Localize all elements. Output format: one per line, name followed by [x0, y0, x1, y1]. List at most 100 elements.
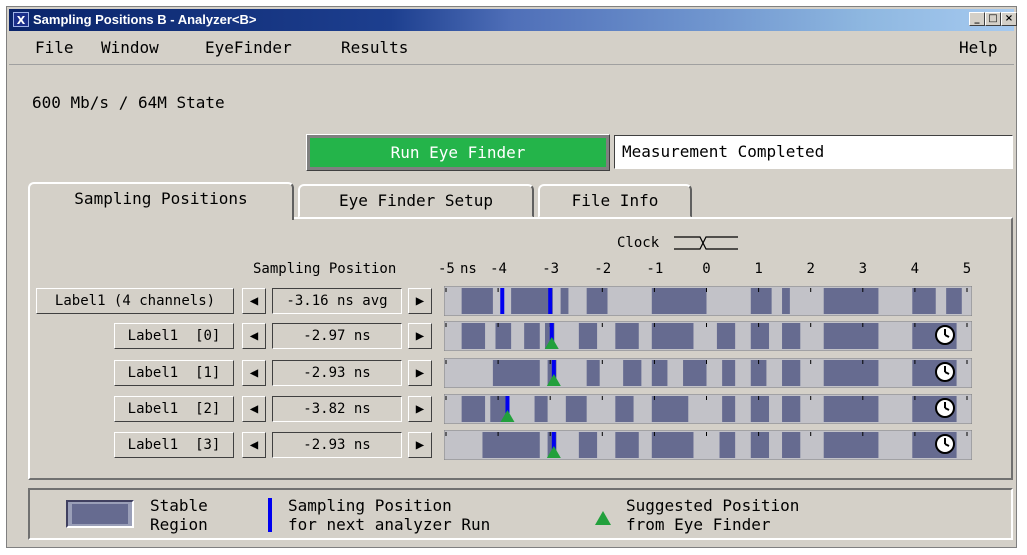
run-eye-finder-button[interactable]: Run Eye Finder: [306, 134, 610, 171]
menu-eyefinder[interactable]: EyeFinder: [205, 38, 292, 58]
decrement-arrow-button[interactable]: ◀: [242, 396, 266, 422]
sampling-position-marker[interactable]: [500, 288, 505, 314]
decrement-arrow-button[interactable]: ◀: [242, 432, 266, 458]
stable-region: [461, 323, 486, 349]
clock-icon[interactable]: [934, 324, 956, 346]
menu-help[interactable]: Help: [959, 38, 998, 58]
legend-stable-line1: Stable: [150, 496, 208, 515]
legend-suggested-line1: Suggested Position: [626, 496, 800, 515]
stable-region: [823, 432, 879, 458]
clock-icon[interactable]: [934, 433, 956, 455]
axis-unit-label: ns: [460, 261, 477, 277]
sampling-value-field[interactable]: -2.93 ns: [272, 360, 402, 386]
legend-suggested-line2: from Eye Finder: [626, 515, 771, 534]
channel-label-button[interactable]: Label1 [3]: [114, 432, 234, 458]
increment-arrow-button[interactable]: ▶: [408, 323, 432, 349]
clock-waveform-icon: [674, 236, 738, 250]
unstable-background: [444, 394, 972, 424]
channel-label-button[interactable]: Label1 [0]: [114, 323, 234, 349]
menu-window[interactable]: Window: [101, 38, 159, 58]
clock-icon[interactable]: [934, 361, 956, 383]
suggested-position-triangle-icon: [595, 511, 611, 525]
axis-tick-label: -4: [490, 261, 507, 277]
stable-region: [823, 396, 879, 422]
eye-track[interactable]: [444, 430, 972, 460]
stable-region: [578, 432, 598, 458]
tab-sampling-positions[interactable]: Sampling Positions: [28, 182, 294, 220]
sampling-value-field[interactable]: -2.97 ns: [272, 323, 402, 349]
stable-region: [782, 360, 801, 386]
channel-label-button[interactable]: Label1 [2]: [114, 396, 234, 422]
increment-arrow-button[interactable]: ▶: [408, 288, 432, 314]
stable-region: [750, 396, 770, 422]
stable-region: [534, 396, 548, 422]
stable-region: [722, 360, 736, 386]
decrement-arrow-button[interactable]: ◀: [242, 288, 266, 314]
title-bar[interactable]: X Sampling Positions B - Analyzer<B> _ □…: [9, 9, 1017, 31]
legend-sampling-line1: Sampling Position: [288, 496, 452, 515]
stable-region: [615, 323, 639, 349]
menu-file[interactable]: File: [35, 38, 74, 58]
axis-tick-label: 4: [910, 261, 920, 277]
stable-region: [651, 396, 689, 422]
stable-region: [946, 288, 962, 314]
stable-region: [912, 288, 936, 314]
channel-label-button[interactable]: Label1 [1]: [114, 360, 234, 386]
stable-region: [560, 288, 569, 314]
axis-tick-label: -1: [646, 261, 664, 277]
sampling-value-field[interactable]: -2.93 ns: [272, 432, 402, 458]
menu-results[interactable]: Results: [341, 38, 408, 58]
legend-sampling-line2: for next analyzer Run: [288, 515, 491, 534]
stable-region: [578, 323, 598, 349]
stable-region: [586, 360, 600, 386]
decrement-arrow-button[interactable]: ◀: [242, 323, 266, 349]
stable-region: [461, 396, 486, 422]
axis-tick-label: 3: [858, 261, 868, 277]
sampling-value-field[interactable]: -3.82 ns: [272, 396, 402, 422]
app-icon[interactable]: X: [13, 12, 29, 27]
eye-track[interactable]: [444, 358, 972, 388]
increment-arrow-button[interactable]: ▶: [408, 432, 432, 458]
maximize-button[interactable]: □: [985, 12, 1001, 26]
stable-region: [823, 360, 879, 386]
eye-track[interactable]: [444, 321, 972, 351]
axis-tick-label: -2: [594, 261, 612, 277]
stable-region: [719, 432, 736, 458]
sampling-position-marker-icon: [268, 498, 272, 532]
axis-tick-label: 1: [754, 261, 763, 277]
stable-region: [623, 360, 642, 386]
increment-arrow-button[interactable]: ▶: [408, 396, 432, 422]
increment-arrow-button[interactable]: ▶: [408, 360, 432, 386]
axis-tick-label: -5: [438, 261, 455, 277]
stable-region: [823, 288, 879, 314]
sampling-position-header: Sampling Position: [253, 261, 397, 277]
group-label-button[interactable]: Label1 (4 channels): [36, 288, 234, 314]
stable-region: [615, 432, 639, 458]
axis-tick-label: 5: [962, 261, 972, 277]
menu-bar: File Window EyeFinder Results Help: [9, 34, 1014, 65]
stable-region: [722, 396, 736, 422]
minimize-button[interactable]: _: [969, 12, 985, 26]
eye-track[interactable]: [444, 286, 972, 316]
stable-region: [716, 323, 736, 349]
stable-region: [492, 360, 540, 386]
stable-region: [511, 288, 553, 314]
sampling-position-marker[interactable]: [548, 288, 553, 314]
stable-region-swatch-fill: [72, 504, 128, 524]
stable-region: [565, 396, 587, 422]
sampling-value-field[interactable]: -3.16 ns avg: [272, 288, 402, 314]
tab-eye-finder-setup[interactable]: Eye Finder Setup: [298, 184, 534, 218]
axis-tick-label: 0: [702, 261, 711, 277]
decrement-arrow-button[interactable]: ◀: [242, 360, 266, 386]
close-button[interactable]: ×: [1001, 12, 1017, 26]
unstable-background: [444, 321, 972, 351]
legend-stable-line2: Region: [150, 515, 208, 534]
data-rate-label: 600 Mb/s / 64M State: [32, 93, 225, 112]
legend: Stable Region Sampling Position for next…: [28, 488, 1013, 540]
tab-file-info[interactable]: File Info: [538, 184, 692, 218]
stable-region: [823, 323, 879, 349]
eye-track[interactable]: [444, 394, 972, 424]
stable-region: [782, 396, 801, 422]
stable-region: [651, 288, 707, 314]
clock-icon[interactable]: [934, 397, 956, 419]
